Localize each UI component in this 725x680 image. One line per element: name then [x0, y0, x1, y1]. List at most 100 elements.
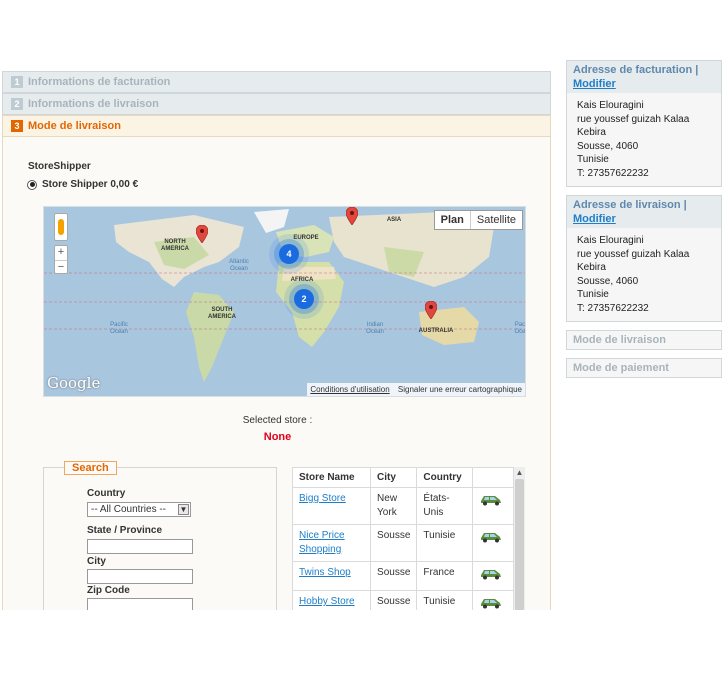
- city-label: City: [87, 556, 106, 567]
- scroll-up-arrow-icon[interactable]: ▲: [514, 467, 525, 479]
- map-label-africa: AFRICA: [290, 277, 314, 283]
- address-line: T: 27357622232: [577, 167, 649, 179]
- state-label: State / Province: [87, 525, 163, 536]
- address-line: Kebira: [577, 127, 606, 138]
- state-input[interactable]: [87, 539, 193, 554]
- store-map[interactable]: + − Plan Satellite NORTH AMERICA SOUTH A…: [43, 206, 526, 397]
- world-map-graphic: [44, 207, 525, 396]
- step-number: 1: [11, 76, 23, 88]
- chevron-down-icon[interactable]: ▼: [178, 504, 189, 515]
- zip-input[interactable]: [87, 598, 193, 610]
- store-search-fieldset: Search Country -- All Countries -- ▼ Sta…: [43, 461, 277, 610]
- map-footer: Conditions d'utilisation Signaler une er…: [307, 383, 525, 396]
- store-name-link[interactable]: Bigg Store: [299, 493, 346, 504]
- map-type-satellite-button[interactable]: Satellite: [471, 211, 522, 229]
- address-line: Kais Elouragini: [577, 235, 644, 246]
- shipper-option-label: Store Shipper 0,00 €: [42, 179, 139, 190]
- address-line: Sousse, 4060: [577, 140, 639, 152]
- shipping-edit-link[interactable]: Modifier: [573, 213, 616, 225]
- map-label-south-america: SOUTH AMERICA: [208, 307, 236, 320]
- store-city: Sousse: [370, 524, 418, 562]
- billing-address-title: Adresse de facturation: [573, 64, 693, 76]
- map-label-pacific-left: Pacific Ocean: [110, 322, 128, 335]
- store-country: France: [416, 561, 473, 591]
- map-label-australia: AUSTRALIA: [418, 328, 454, 334]
- store-city: New York: [370, 487, 418, 525]
- store-country: Tunisie: [416, 590, 473, 610]
- store-country: Tunisie: [416, 524, 473, 562]
- search-legend: Search: [64, 461, 117, 475]
- address-line: Sousse, 4060: [577, 275, 639, 287]
- step-label: Informations de facturation: [28, 76, 171, 88]
- address-line: Tunisie: [577, 154, 609, 165]
- country-label: Country: [87, 488, 126, 499]
- step-shipping-info[interactable]: 2 Informations de livraison: [2, 93, 551, 115]
- column-header-action: [471, 467, 515, 488]
- table-row: Twins Shop Sousse France: [291, 561, 515, 591]
- zoom-out-button[interactable]: −: [55, 260, 67, 274]
- address-line: Tunisie: [577, 289, 609, 300]
- country-select-value: -- All Countries --: [91, 504, 167, 515]
- scrollbar-thumb[interactable]: [515, 479, 524, 610]
- store-city: Sousse: [370, 561, 418, 591]
- map-type-plan-button[interactable]: Plan: [435, 211, 471, 229]
- country-select[interactable]: -- All Countries -- ▼: [87, 502, 191, 517]
- map-pin-icon[interactable]: [346, 207, 358, 225]
- step-label: Informations de livraison: [28, 98, 159, 110]
- step-shipping-method[interactable]: 3 Mode de livraison: [2, 115, 551, 137]
- map-terms-link[interactable]: Conditions d'utilisation: [310, 385, 389, 394]
- zoom-control[interactable]: + −: [54, 245, 68, 274]
- map-pin-icon[interactable]: [196, 225, 208, 243]
- shipping-address-title: Adresse de livraison: [573, 199, 681, 211]
- map-pin-icon[interactable]: [425, 301, 437, 319]
- street-view-pegman-icon[interactable]: [54, 213, 68, 241]
- step-number: 3: [11, 120, 23, 132]
- store-name-link[interactable]: Twins Shop: [299, 567, 351, 578]
- store-country: États-Unis: [416, 487, 473, 525]
- map-report-link[interactable]: Signaler une erreur cartographique: [398, 385, 522, 394]
- sidebar-shipping-method: Mode de livraison: [566, 330, 722, 350]
- map-label-north-america: NORTH AMERICA: [161, 239, 189, 252]
- map-cluster-marker[interactable]: 4: [279, 244, 299, 264]
- store-name-link[interactable]: Hobby Store: [299, 596, 355, 607]
- city-input[interactable]: [87, 569, 193, 584]
- store-city: Sousse: [370, 590, 418, 610]
- shipping-address-box: Adresse de livraison | Modifier Kais Elo…: [566, 195, 722, 322]
- billing-address-body: Kais Elouragini rue youssef guizah Kalaa…: [567, 93, 721, 186]
- zip-label: Zip Code: [87, 585, 130, 596]
- table-header-row: Store Name City Country: [291, 467, 515, 488]
- shipping-car-icon[interactable]: [479, 529, 503, 543]
- checkout-steps: 1 Informations de facturation 2 Informat…: [2, 71, 551, 610]
- table-row: Nice Price Shopping Sousse Tunisie: [291, 524, 515, 562]
- map-label-europe: EUROPE: [293, 235, 319, 241]
- address-line: rue youssef guizah Kalaa: [577, 113, 690, 125]
- store-table: Store Name City Country Bigg Store New Y…: [291, 467, 515, 610]
- map-label-asia: ASIA: [386, 217, 402, 223]
- step-billing-info[interactable]: 1 Informations de facturation: [2, 71, 551, 93]
- column-header-store-name: Store Name: [291, 467, 372, 488]
- table-row: Bigg Store New York États-Unis: [291, 487, 515, 525]
- sidebar-payment-method: Mode de paiement: [566, 358, 722, 378]
- map-label-pacific-right: Pac Oce: [514, 322, 526, 335]
- shipper-option[interactable]: Store Shipper 0,00 €: [27, 179, 138, 190]
- shipping-car-icon[interactable]: [479, 566, 503, 580]
- shipping-car-icon[interactable]: [479, 492, 503, 506]
- shipping-car-icon[interactable]: [479, 595, 503, 609]
- step-label: Mode de livraison: [28, 120, 121, 132]
- column-header-city: City: [370, 467, 418, 488]
- map-cluster-marker[interactable]: 2: [294, 289, 314, 309]
- shipping-address-body: Kais Elouragini rue youssef guizah Kalaa…: [567, 228, 721, 321]
- checkout-progress-sidebar: Adresse de facturation | Modifier Kais E…: [566, 60, 722, 386]
- map-type-control[interactable]: Plan Satellite: [433, 210, 523, 230]
- billing-edit-link[interactable]: Modifier: [573, 78, 616, 90]
- zoom-in-button[interactable]: +: [55, 246, 67, 260]
- shipper-radio[interactable]: [27, 179, 37, 190]
- google-logo: Google: [47, 374, 101, 392]
- shipping-method-panel: StoreShipper Store Shipper 0,00 € + − Pl…: [2, 137, 551, 610]
- map-label-atlantic: Atlantic Ocean: [229, 259, 249, 272]
- address-line: rue youssef guizah Kalaa: [577, 248, 690, 260]
- map-label-indian: Indian Ocean: [366, 322, 384, 335]
- store-table-scrollbar[interactable]: ▲: [513, 467, 525, 610]
- step-number: 2: [11, 98, 23, 110]
- store-name-link[interactable]: Nice Price Shopping: [299, 530, 345, 555]
